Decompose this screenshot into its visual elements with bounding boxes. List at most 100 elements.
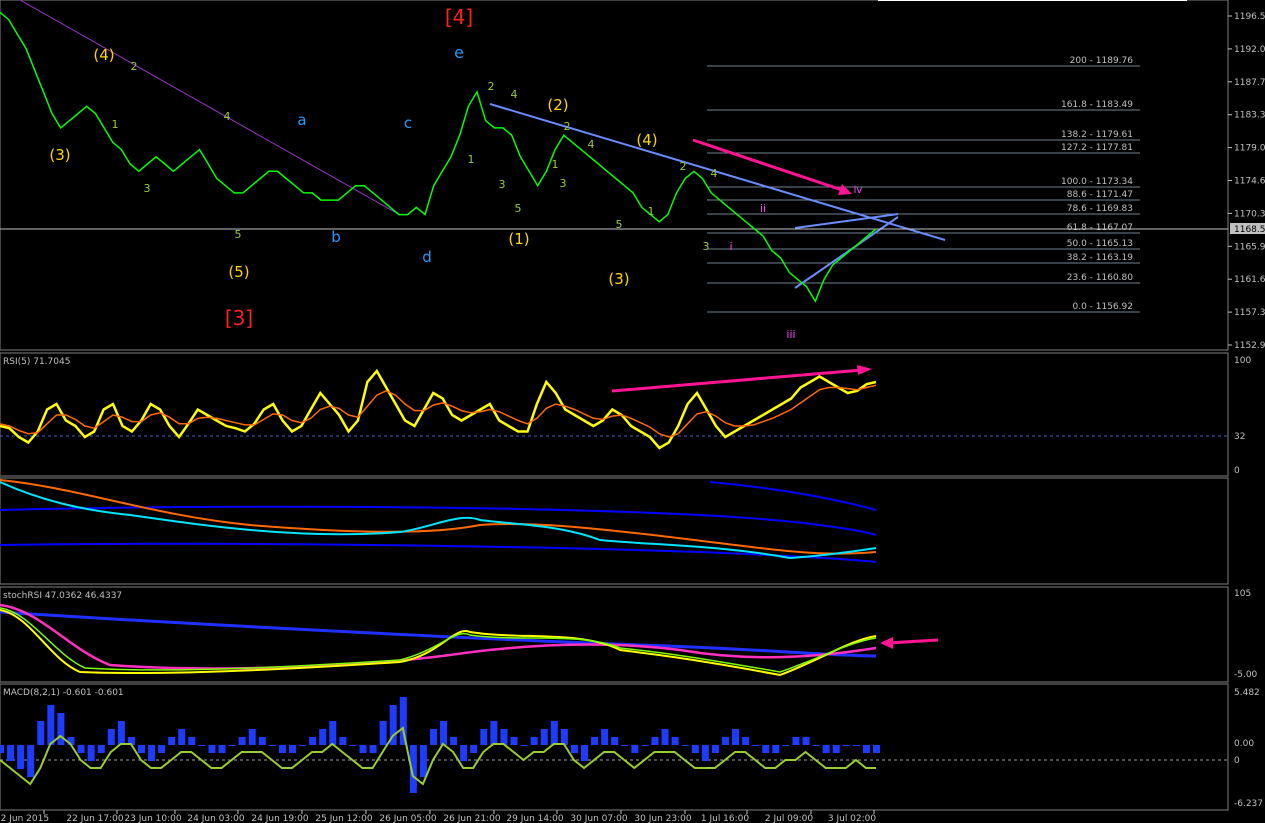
macd-bar xyxy=(27,745,35,777)
macd-bar xyxy=(238,737,246,745)
macd-bar xyxy=(450,737,458,745)
rsi-axis: 100 32 0 xyxy=(1234,356,1251,476)
macd-bar xyxy=(137,745,145,753)
macd-bar xyxy=(852,745,860,746)
price-tick-label: 1192.04 xyxy=(1234,45,1265,55)
time-tick-label: 3 Jul 02:00 xyxy=(828,814,877,823)
rsi-panel-frame xyxy=(0,352,1229,477)
time-tick-label: 30 Jun 07:00 xyxy=(570,814,627,823)
macd-bar xyxy=(168,737,176,745)
macd-label: MACD(8,2,1) -0.601 -0.601 xyxy=(3,688,124,698)
trading-chart: 200 - 1189.76 161.8 - 1183.49 138.2 - 1179… xyxy=(0,0,1265,823)
macd-bar xyxy=(359,745,367,753)
fib-label: 61.8 - 1167.07 xyxy=(1067,223,1133,233)
macd-bar xyxy=(651,737,659,745)
macd-bar xyxy=(601,729,609,745)
macd-bar xyxy=(7,745,15,761)
wave-label: (3) xyxy=(608,270,629,288)
macd-axis: 5.482 0.00 0 -6.237 xyxy=(1234,688,1263,809)
wave-label: a xyxy=(297,111,306,129)
fib-label: 88.6 - 1171.47 xyxy=(1067,190,1133,200)
fib-label: 50.0 - 1165.13 xyxy=(1067,239,1133,249)
macd-bar xyxy=(480,729,488,745)
macd-bar xyxy=(278,745,286,753)
time-axis: 22 Jun 2015 22 Jun 17:00 23 Jun 10:00 24 Ju… xyxy=(0,810,876,823)
wave-label: [3] xyxy=(225,306,253,330)
macd-bar xyxy=(772,745,780,753)
wave-label: 4 xyxy=(711,167,718,180)
wave-label: (2) xyxy=(547,96,568,114)
wave-label: 3 xyxy=(560,177,567,190)
time-tick-label: 29 Jun 14:00 xyxy=(506,814,563,823)
macd-bar xyxy=(299,745,307,746)
macd-bar xyxy=(158,745,166,753)
time-tick-label: 25 Jun 12:00 xyxy=(315,814,372,823)
wave-label: 5 xyxy=(515,202,522,215)
wave-label: 2 xyxy=(564,120,571,133)
macd-bar xyxy=(701,745,709,761)
price-tick-label: 1174.64 xyxy=(1234,177,1265,187)
macd-bar xyxy=(57,713,65,745)
macd-bar xyxy=(208,745,216,753)
time-tick-label: 26 Jun 21:00 xyxy=(443,814,500,823)
macd-bar xyxy=(87,745,95,761)
macd-bar xyxy=(591,737,599,745)
macd-bar xyxy=(188,737,196,745)
price-tick-label: 1196.54 xyxy=(1234,12,1265,22)
wave-label: 1 xyxy=(648,205,655,218)
price-tick-label: 1165.94 xyxy=(1234,242,1265,252)
macd-tick-label: -6.237 xyxy=(1234,799,1263,809)
macd-bar xyxy=(379,721,387,745)
macd-bar xyxy=(812,745,820,746)
macd-bar xyxy=(581,745,588,761)
wave-label: 4 xyxy=(224,110,231,123)
wave-label: [4] xyxy=(445,5,473,29)
macd-bar xyxy=(339,737,347,745)
wave-label: 3 xyxy=(703,240,710,253)
wave-label: (4) xyxy=(636,131,657,149)
macd-bar xyxy=(460,745,468,761)
price-axis: 1196.54 1192.04 1187.74 1183.34 1179.04 1174.… xyxy=(1228,12,1265,351)
macd-bar xyxy=(17,745,25,769)
macd-bar xyxy=(530,737,538,745)
macd-bar xyxy=(289,745,296,753)
macd-bar xyxy=(822,745,830,753)
price-tick-label: 1179.04 xyxy=(1234,144,1265,154)
macd-bar xyxy=(631,745,639,753)
macd-bar xyxy=(752,745,760,746)
fib-label: 23.6 - 1160.80 xyxy=(1067,273,1133,283)
macd-bar xyxy=(258,737,266,745)
fib-label: 100.0 - 1173.34 xyxy=(1061,177,1133,187)
price-tick-label: 1161.64 xyxy=(1234,275,1265,285)
macd-bar xyxy=(762,745,770,753)
price-tick-label: 1187.74 xyxy=(1234,78,1265,88)
wave-label: 4 xyxy=(511,88,518,101)
macd-bar xyxy=(429,729,437,745)
top-white-bar xyxy=(878,0,1187,1)
macd-bar xyxy=(500,729,508,745)
fib-label: 127.2 - 1177.81 xyxy=(1061,143,1133,153)
time-tick-label: 26 Jun 05:00 xyxy=(379,814,436,823)
stochrsi-axis: 105 -5.00 xyxy=(1234,589,1258,680)
time-tick-label: 24 Jun 03:00 xyxy=(187,814,244,823)
fib-label: 38.2 - 1163.19 xyxy=(1067,253,1133,263)
wave-label: 4 xyxy=(588,138,595,151)
macd-bar xyxy=(621,745,629,746)
macd-bar xyxy=(873,745,880,753)
wave-label: 2 xyxy=(488,80,495,93)
time-tick-label: 24 Jun 19:00 xyxy=(251,814,308,823)
macd-bar xyxy=(148,745,156,761)
macd-bar xyxy=(268,745,276,746)
wave-label: i xyxy=(729,240,732,253)
macd-bar xyxy=(550,721,558,745)
wave-label: c xyxy=(404,114,412,132)
macd-bar xyxy=(228,745,236,746)
macd-bar xyxy=(742,737,750,745)
fib-label: 200 - 1189.76 xyxy=(1070,56,1134,66)
macd-bar xyxy=(862,745,870,753)
price-tick-label: 1152.94 xyxy=(1234,341,1265,351)
macd-bar xyxy=(641,745,649,746)
macd-bar xyxy=(198,745,206,746)
fib-label: 161.8 - 1183.49 xyxy=(1061,100,1133,110)
price-tick-label: 1183.34 xyxy=(1234,111,1265,121)
